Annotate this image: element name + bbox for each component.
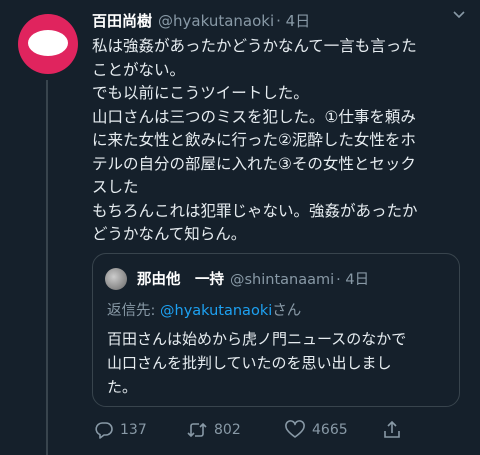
tweet-line: 山口さんは三つのミスを犯した。①仕事を頼み (92, 107, 416, 126)
heart-icon (284, 420, 306, 440)
quoted-tweet-time: · 4日 (336, 272, 370, 288)
retweet-count: 802 (214, 422, 241, 438)
quoted-author-avatar (105, 268, 127, 290)
tweet-text: 私は強姦があったかどうかなんて一言も言った ことがない。 でも以前にこうツイート… (92, 35, 472, 247)
reply-prefix: 返信先: (107, 303, 160, 319)
share-button[interactable] (382, 420, 402, 440)
tweet-time[interactable]: · 4日 (276, 12, 310, 30)
author-name[interactable]: 百田尚樹 (92, 12, 152, 30)
like-count: 4665 (312, 422, 348, 438)
thread-line (46, 80, 48, 455)
quoted-tweet-header: 那由他 一持 @shintanaami · 4日 (137, 268, 369, 289)
avatar-shape (28, 30, 68, 56)
reply-button[interactable]: 137 (94, 420, 147, 440)
retweet-icon (186, 420, 208, 440)
reply-count: 137 (120, 422, 147, 438)
chevron-down-icon[interactable] (452, 8, 466, 26)
reply-icon (94, 420, 114, 440)
share-icon (382, 420, 402, 440)
retweet-button[interactable]: 802 (186, 420, 241, 440)
tweet-line: スした (92, 178, 139, 196)
quoted-line: た。 (107, 378, 138, 396)
reply-mention: @hyakutanaoki (160, 303, 273, 319)
author-avatar[interactable] (18, 14, 78, 74)
like-button[interactable]: 4665 (284, 420, 348, 440)
author-handle[interactable]: @hyakutanaoki (158, 12, 274, 30)
tweet-line: ことがない。 (92, 60, 186, 79)
tweet-line: どうかなんて知らん。 (92, 225, 247, 243)
tweet-line: もちろんこれは犯罪じゃない。強姦があったか (92, 201, 418, 220)
reply-to-line: 返信先: @hyakutanaokiさん (107, 299, 301, 320)
quoted-line: 山口さんを批判していたのを思い出しまし (107, 354, 392, 372)
quoted-author-name: 那由他 一持 (137, 272, 224, 288)
quoted-tweet-text: 百田さんは始めから虎ノ門ニュースのなかで 山口さんを批判していたのを思い出しまし… (107, 327, 452, 399)
tweet-line: に来た女性と飲みに行った②泥酔した女性をホ (92, 131, 416, 149)
quoted-tweet[interactable]: 那由他 一持 @shintanaami · 4日 返信先: @hyakutanaok… (92, 253, 460, 407)
tweet-header: 百田尚樹 @hyakutanaoki · 4日 (92, 10, 310, 31)
reply-suffix: さん (272, 303, 302, 319)
tweet-line: 私は強姦があったかどうかなんて一言も言った (92, 37, 417, 55)
quoted-author-handle: @shintanaami (230, 272, 335, 288)
quoted-line: 百田さんは始めから虎ノ門ニュースのなかで (107, 330, 407, 348)
tweet-line: でも以前にこうツイートした。 (92, 84, 309, 102)
tweet-line: テルの自分の部屋に入れた③その女性とセック (92, 154, 416, 173)
